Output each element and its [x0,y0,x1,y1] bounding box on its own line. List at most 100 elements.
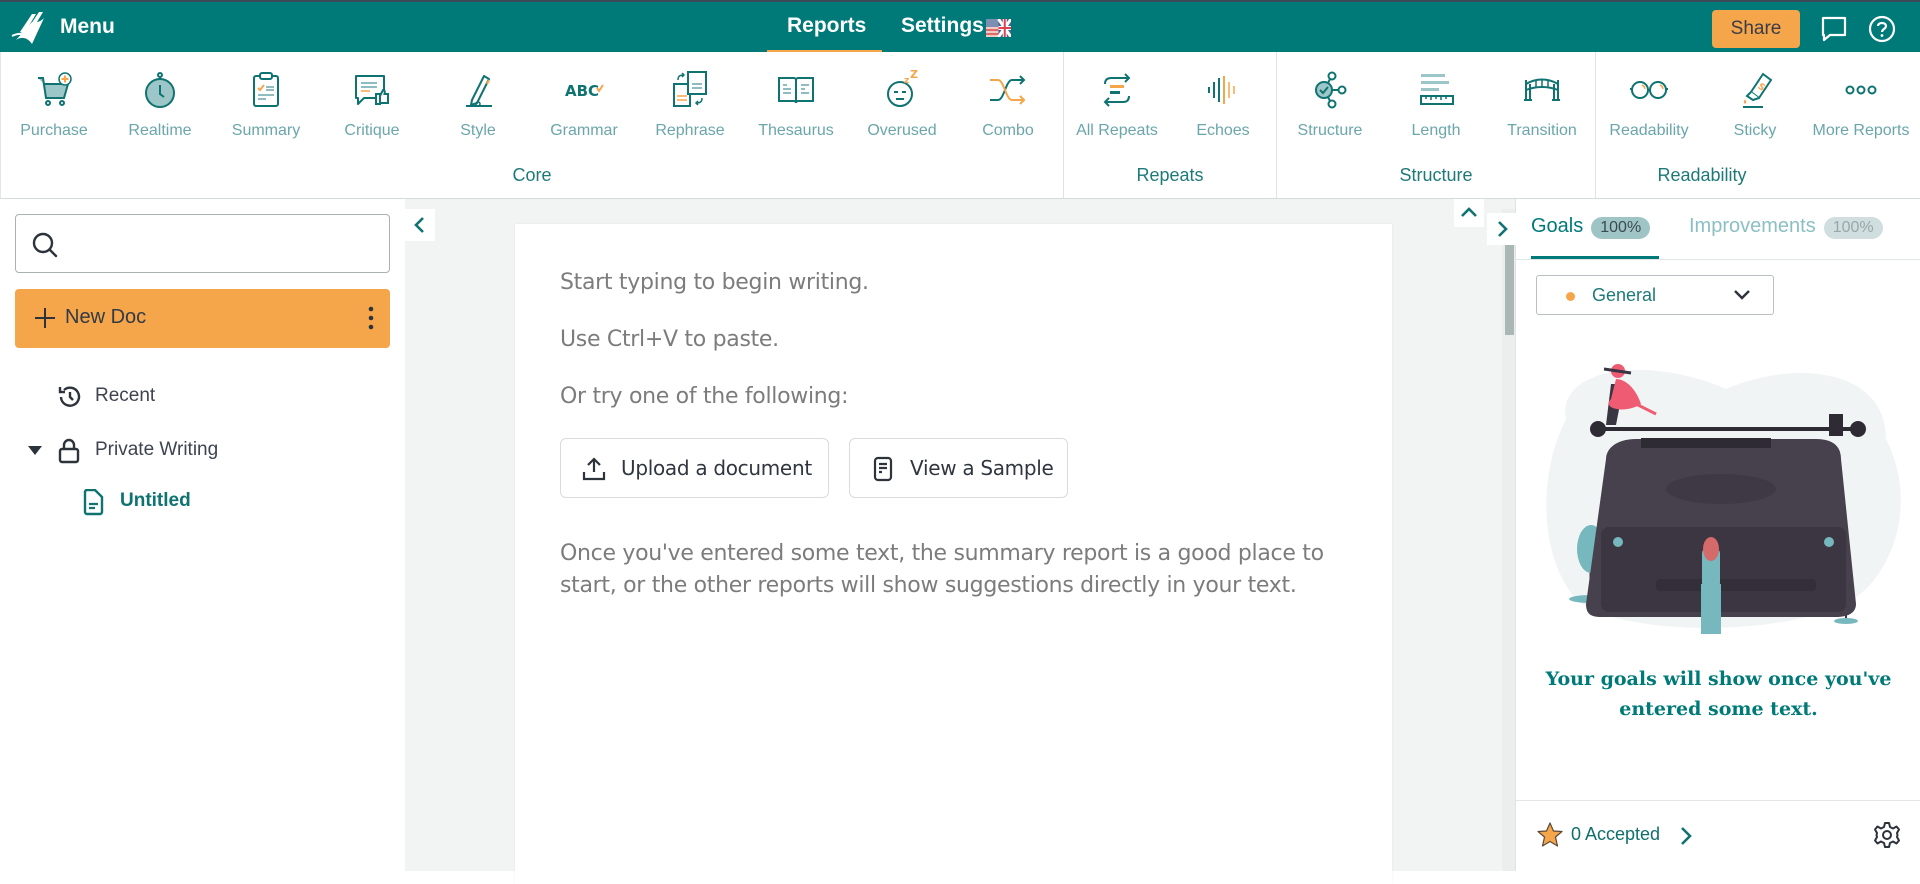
nav-tab-reports[interactable]: Reports [787,14,866,38]
top-bar: Menu Reports Settings Share [0,0,1920,53]
svg-text:z: z [904,76,909,86]
report-purchase[interactable]: Purchase [1,70,107,140]
chevron-right-icon [1498,221,1508,237]
logo-icon[interactable] [10,10,52,46]
report-realtime[interactable]: Realtime [107,70,213,140]
bridge-icon [1524,78,1560,101]
editor-hint-text: Once you've entered some text, the summa… [560,541,1324,598]
sidebar-item-recent[interactable]: Recent [55,383,255,413]
sample-document-icon [873,456,893,482]
tab-improvements[interactable]: Improvements 100% [1689,215,1883,239]
star-icon [1537,822,1563,847]
shuffle-icon [990,75,1026,105]
improvements-score-badge: 100% [1823,217,1883,239]
goals-footer: 0 Accepted [1516,800,1920,871]
chevron-left-icon [414,217,424,233]
ribbon-group-readability: Readability S Sticky More Reports Readab… [1596,52,1920,198]
report-summary[interactable]: Summary [213,70,319,140]
collapse-right-panel-button[interactable] [1487,213,1517,245]
soundwave-icon [1208,76,1235,104]
sleepy-face-icon: z Z [887,70,918,107]
report-all-repeats[interactable]: All Repeats [1064,70,1170,140]
report-thesaurus[interactable]: Thesaurus [743,70,849,140]
report-combo[interactable]: Combo [955,70,1061,140]
report-transition[interactable]: Transition [1489,70,1595,140]
editor-placeholder-line-3: Or try one of the following: [560,384,849,409]
plus-icon [35,308,55,328]
report-length[interactable]: Length [1383,70,1489,140]
ribbon-group-label-structure: Structure [1399,165,1473,185]
ribbon-group-label-core: Core [512,165,552,185]
upload-icon [582,457,606,481]
glue-bottle-icon: S [1743,72,1773,108]
report-grammar[interactable]: ABC Grammar [531,70,637,140]
stopwatch-icon [145,72,175,108]
goal-type-select[interactable]: General [1536,275,1774,315]
editor-area: Start typing to begin writing. Use Ctrl+… [405,199,1517,884]
pencil-icon [466,75,492,107]
settings-gear-icon[interactable] [1873,821,1901,849]
search-input[interactable] [71,225,371,263]
cart-plus-icon [38,72,72,106]
repeat-arrows-icon [1103,73,1131,107]
documents-sidebar: New Doc Recent Private Writing Untitled [0,199,405,871]
report-more-reports[interactable]: More Reports [1808,70,1914,140]
sidebar-item-private-writing[interactable]: Private Writing [25,436,285,466]
tab-goals[interactable]: Goals 100% [1531,215,1651,239]
editor-scrollbar[interactable] [1502,209,1515,871]
ribbon-group-structure: Structure Length Transition Structure [1277,52,1596,198]
menu-button[interactable]: Menu [60,15,115,39]
new-doc-button[interactable]: New Doc [15,289,390,348]
more-options-icon[interactable] [366,305,376,331]
report-echoes[interactable]: Echoes [1170,70,1276,140]
report-sticky[interactable]: S Sticky [1702,70,1808,140]
typewriter-illustration [1546,364,1901,634]
speech-thumbs-up-icon [355,75,389,105]
editor-placeholder-line-2: Use Ctrl+V to paste. [560,327,779,352]
scrollbar-thumb[interactable] [1505,237,1514,335]
collapse-ribbon-button[interactable] [1454,199,1484,227]
feedback-chat-icon[interactable] [1820,15,1848,43]
caret-down-icon[interactable] [27,445,43,457]
nav-tab-settings[interactable]: Settings [901,14,984,38]
chevron-down-icon [1734,290,1750,300]
new-doc-label: New Doc [65,306,147,328]
report-rephrase[interactable]: Rephrase [637,70,743,140]
us-uk-flag-icon[interactable] [986,19,1011,37]
history-icon [58,386,81,407]
report-structure[interactable]: Structure [1277,70,1383,140]
share-button[interactable]: Share [1712,10,1800,48]
document-editor[interactable]: Start typing to begin writing. Use Ctrl+… [515,224,1392,884]
report-overused[interactable]: z Z Overused [849,70,955,140]
upload-document-button[interactable]: Upload a document [560,438,829,498]
more-dots-icon [1845,85,1877,95]
search-box[interactable] [15,214,390,273]
sidebar-item-untitled[interactable]: Untitled [82,488,282,518]
accepted-suggestions-link[interactable]: 0 Accepted [1536,821,1692,854]
search-icon [32,232,58,258]
ribbon-group-label-readability: Readability [1657,165,1747,185]
goals-score-badge: 100% [1591,217,1651,239]
goals-empty-message: Your goals will show once you've entered… [1545,668,1892,720]
chevron-right-icon [1681,827,1692,845]
report-critique[interactable]: Critique [319,70,425,140]
lock-icon [58,438,80,464]
node-graph-icon [1315,71,1347,109]
abc-check-icon: ABC [565,82,604,100]
ruler-lines-icon [1420,74,1454,105]
glasses-icon [1630,81,1668,99]
report-style[interactable]: Style [425,70,531,140]
open-book-icon [778,77,814,104]
view-sample-button[interactable]: View a Sample [849,438,1068,498]
ribbon-group-label-repeats: Repeats [1136,165,1204,185]
documents-swap-icon [673,71,707,107]
status-dot [1566,292,1575,301]
svg-text:Z: Z [910,70,918,81]
collapse-sidebar-button[interactable] [405,209,435,241]
document-icon [83,489,104,516]
help-icon[interactable] [1868,15,1896,43]
reports-ribbon: Purchase Realtime Summary Critique Style… [0,52,1920,199]
ribbon-group-core: Purchase Realtime Summary Critique Style… [1,52,1064,198]
report-readability[interactable]: Readability [1596,70,1702,140]
chevron-up-icon [1461,207,1477,217]
